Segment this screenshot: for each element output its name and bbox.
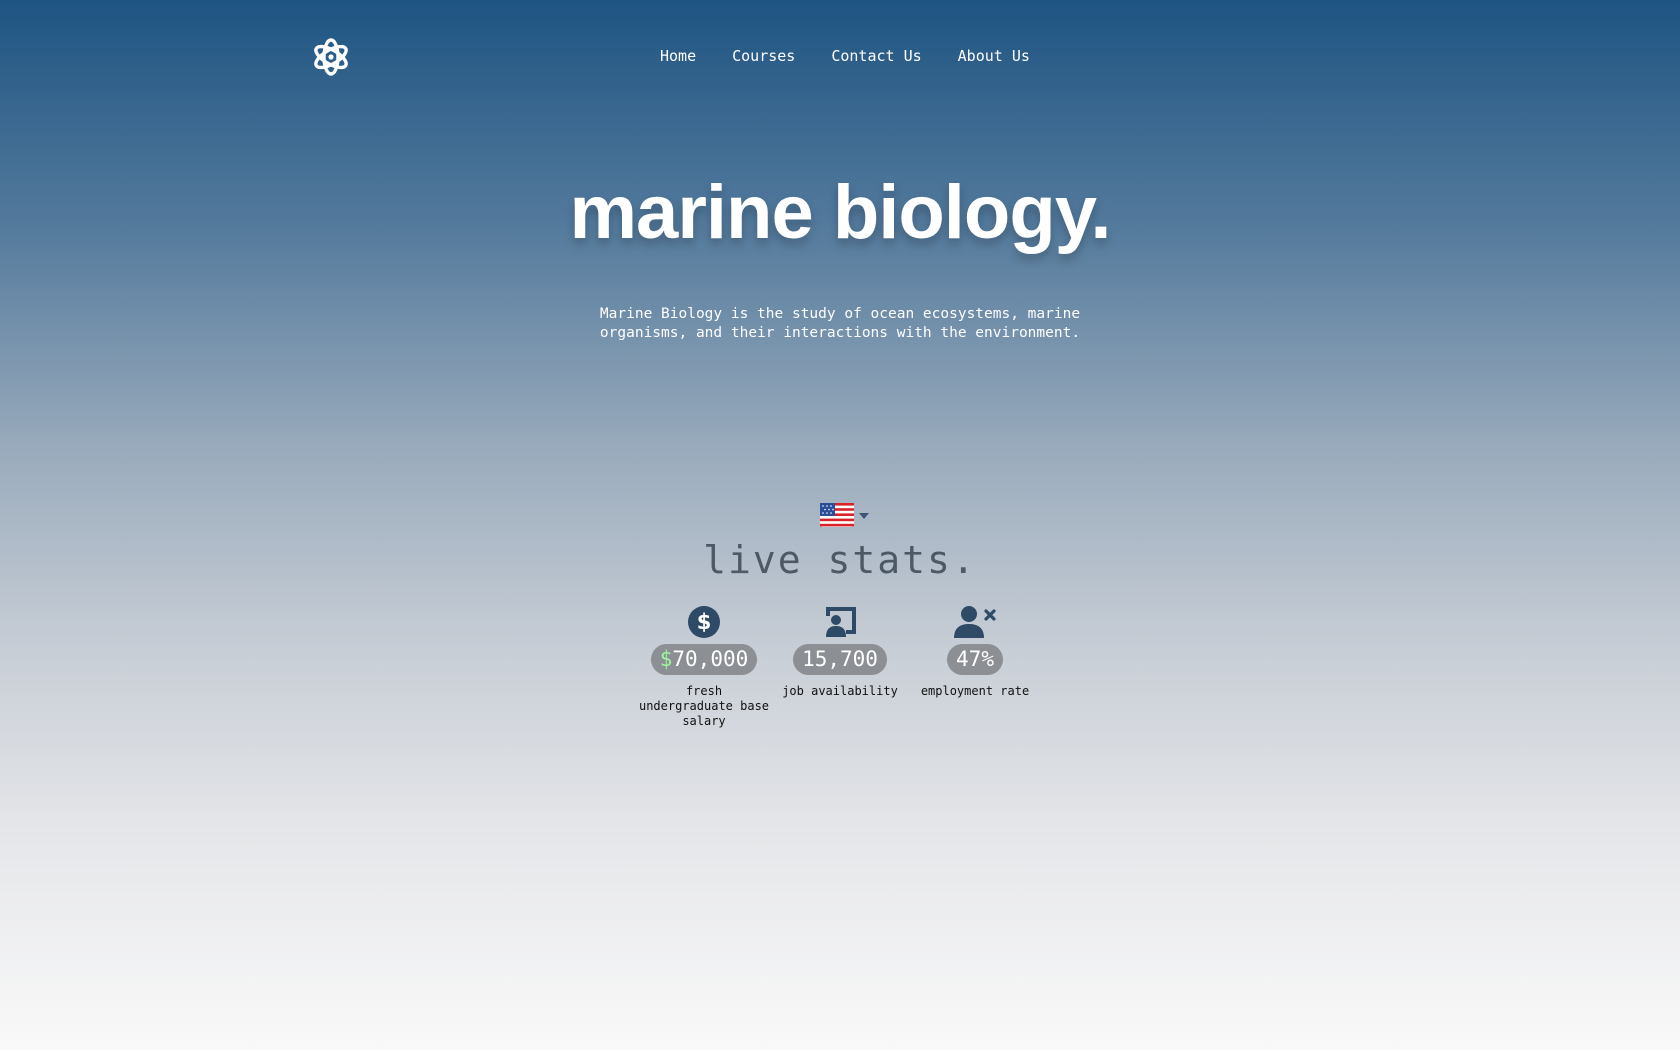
nav-courses-link[interactable]: Courses xyxy=(732,46,795,66)
employment-value: 47% xyxy=(947,644,1003,675)
employment-label: employment rate xyxy=(920,684,1030,698)
user-x-icon xyxy=(954,606,996,638)
atom-logo-icon[interactable] xyxy=(311,37,351,77)
dollar-circle-icon: $ xyxy=(688,606,720,638)
jobs-label: job availability xyxy=(782,684,898,698)
presenter-board-icon xyxy=(826,607,856,637)
jobs-value: 15,700 xyxy=(793,644,887,675)
nav-contact-link[interactable]: Contact Us xyxy=(831,46,921,66)
stat-employment: 47% employment rate xyxy=(915,604,1035,699)
svg-text:$: $ xyxy=(697,610,712,634)
salary-label: fresh undergraduate base salary xyxy=(638,684,770,728)
main-nav: Home Courses Contact Us About Us xyxy=(660,46,1030,66)
currency-symbol: $ xyxy=(659,647,673,671)
chevron-down-icon xyxy=(859,513,869,519)
nav-home-link[interactable]: Home xyxy=(660,46,696,66)
us-flag-icon xyxy=(820,503,854,527)
stats-title: live stats. xyxy=(703,538,977,582)
salary-value: $70,000 xyxy=(650,644,758,675)
stat-jobs: 15,700 job availability xyxy=(780,604,900,699)
hero-title: marine biology. xyxy=(569,170,1111,255)
stat-salary: $ $70,000 fresh undergraduate base salar… xyxy=(636,604,772,729)
hero-description: Marine Biology is the study of ocean eco… xyxy=(599,306,1081,341)
nav-about-link[interactable]: About Us xyxy=(958,46,1030,66)
country-selector[interactable] xyxy=(820,503,869,527)
